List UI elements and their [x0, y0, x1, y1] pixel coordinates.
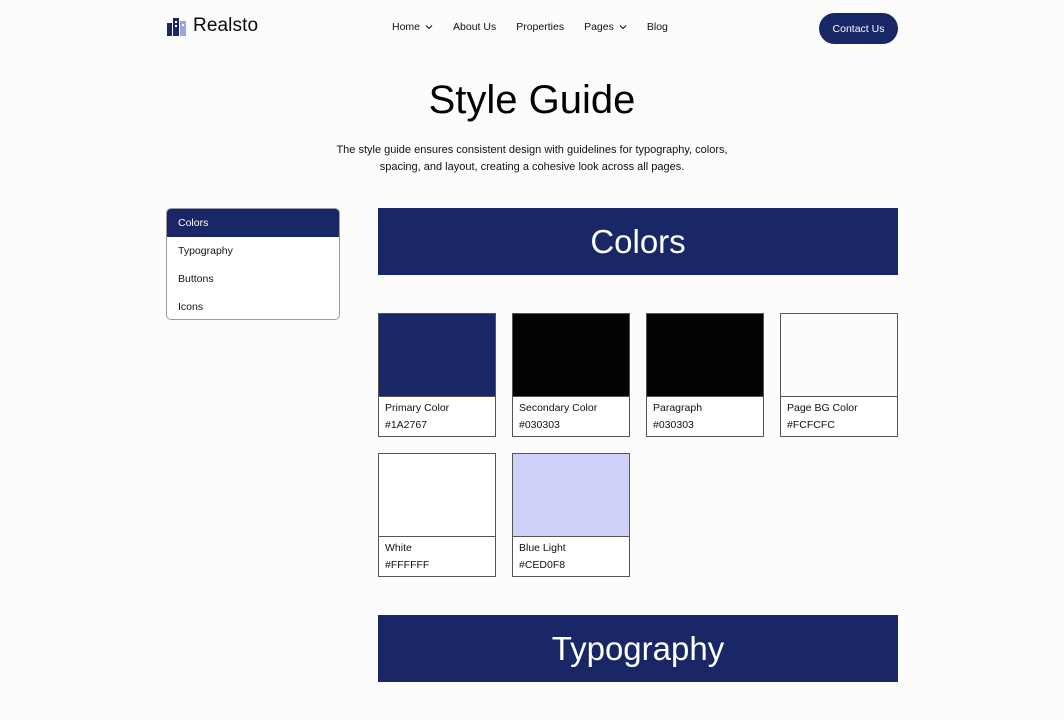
description-line: spacing, and layout, creating a cohesive… — [379, 161, 685, 173]
swatch-color — [379, 314, 495, 397]
swatch-hex: #1A2767 — [385, 419, 428, 431]
swatch-name: White — [385, 542, 412, 554]
sidebar-item-buttons[interactable]: Buttons — [167, 265, 339, 293]
swatch-card: Paragraph #030303 — [646, 313, 764, 437]
swatch-card: White #FFFFFF — [378, 453, 496, 577]
site-header: Realsto Home About Us Properties Pages B… — [0, 0, 1064, 58]
nav-item-label: Properties — [516, 21, 565, 33]
swatch-hex: #FCFCFC — [787, 419, 835, 431]
contact-us-button[interactable]: Contact Us — [819, 13, 898, 44]
page-title: Style Guide — [428, 78, 636, 122]
swatch-color — [513, 314, 629, 397]
main-nav: Home About Us Properties Pages Blog — [392, 21, 668, 33]
swatch-name: Secondary Color — [519, 402, 598, 414]
sidebar-item-icons[interactable]: Icons — [167, 293, 339, 319]
chevron-down-icon — [425, 25, 433, 30]
chevron-down-icon — [619, 25, 627, 30]
swatch-card: Page BG Color #FCFCFC — [780, 313, 898, 437]
swatch-hex: #FFFFFF — [385, 559, 430, 571]
nav-item-label: About Us — [453, 21, 497, 33]
swatch-name: Paragraph — [653, 402, 703, 414]
nav-item-properties[interactable]: Properties — [516, 21, 564, 33]
swatch-card: Primary Color #1A2767 — [378, 313, 496, 437]
description-line: The style guide ensures consistent desig… — [336, 144, 728, 156]
sidebar-item-colors[interactable]: Colors — [167, 209, 339, 237]
nav-item-label: Home — [392, 21, 421, 33]
nav-item-label: Blog — [646, 21, 668, 33]
swatch-name: Page BG Color — [787, 402, 858, 414]
swatch-color — [647, 314, 763, 397]
swatch-hex: #030303 — [653, 419, 694, 431]
page-description: The style guide ensures consistent desig… — [332, 142, 732, 176]
sidebar-item-typography[interactable]: Typography — [167, 237, 339, 265]
typography-section-banner: Typography — [378, 615, 898, 682]
swatch-hex: #CED0F8 — [519, 559, 566, 571]
style-guide-sidebar: Colors Typography Buttons Icons — [166, 208, 340, 320]
nav-item-about-us[interactable]: About Us — [453, 21, 496, 33]
brand-name: Realsto — [193, 15, 259, 36]
swatch-color — [513, 454, 629, 537]
nav-item-home[interactable]: Home — [392, 21, 433, 33]
swatch-color — [781, 314, 897, 397]
swatch-card: Secondary Color #030303 — [512, 313, 630, 437]
swatch-card: Blue Light #CED0F8 — [512, 453, 630, 577]
brand-logo[interactable]: Realsto — [166, 15, 258, 37]
swatch-hex: #030303 — [519, 419, 560, 431]
nav-item-pages[interactable]: Pages — [584, 21, 627, 33]
nav-item-blog[interactable]: Blog — [647, 21, 668, 33]
swatch-color — [379, 454, 495, 537]
swatch-name: Primary Color — [385, 402, 450, 414]
swatch-name: Blue Light — [519, 542, 566, 554]
building-logo-icon — [167, 18, 186, 36]
nav-item-label: Pages — [584, 21, 614, 33]
colors-section-banner: Colors — [378, 208, 898, 275]
